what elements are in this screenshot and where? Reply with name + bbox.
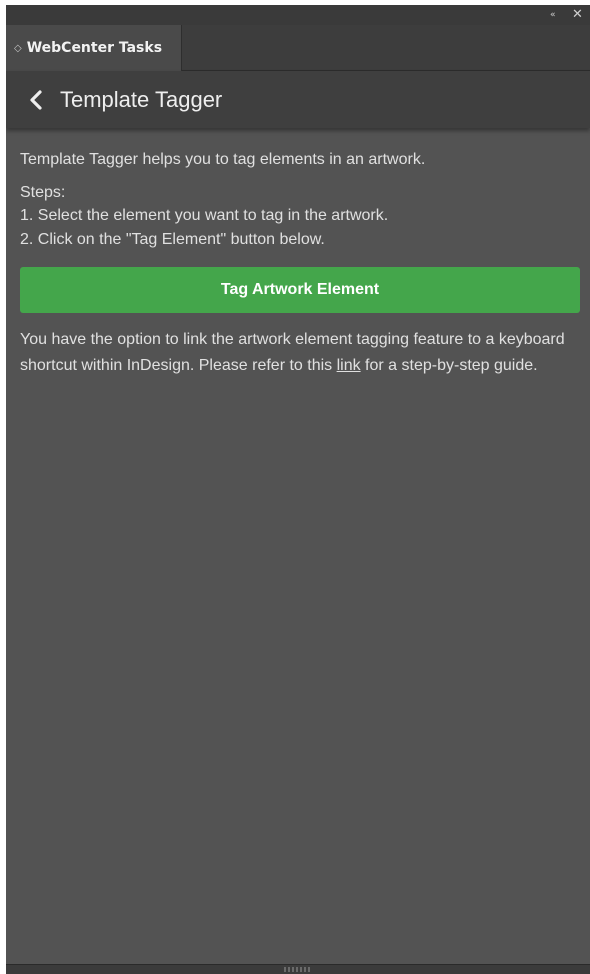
note-text-end: for a step-by-step guide. xyxy=(360,357,538,374)
page-title: Template Tagger xyxy=(60,86,223,112)
webcenter-tasks-panel: « ✕ ◇ WebCenter Tasks Template Tagger Te… xyxy=(6,5,590,974)
step-1: 1. Select the element you want to tag in… xyxy=(20,207,389,224)
step-2: 2. Click on the "Tag Element" button bel… xyxy=(20,231,325,248)
panel-bottom-bar xyxy=(6,964,590,974)
tab-label: WebCenter Tasks xyxy=(26,40,163,56)
steps-heading: Steps: xyxy=(20,184,66,201)
shortcut-note: You have the option to link the artwork … xyxy=(20,327,582,379)
tab-webcenter-tasks[interactable]: ◇ WebCenter Tasks xyxy=(6,25,182,71)
page-header: Template Tagger xyxy=(6,71,590,128)
chevron-left-icon[interactable] xyxy=(28,89,44,111)
intro-text: Template Tagger helps you to tag element… xyxy=(20,151,426,168)
close-panel-icon[interactable]: ✕ xyxy=(572,8,583,22)
guide-link[interactable]: link xyxy=(337,357,361,374)
tab-grip-icon: ◇ xyxy=(14,42,22,54)
panel-tab-strip: ◇ WebCenter Tasks xyxy=(6,25,590,71)
resize-grip-handle[interactable] xyxy=(284,967,312,972)
tag-artwork-element-button[interactable]: Tag Artwork Element xyxy=(20,267,580,313)
main-content: Template Tagger helps you to tag element… xyxy=(20,128,582,379)
collapse-panel-icon[interactable]: « xyxy=(550,8,556,22)
panel-title-bar: « ✕ xyxy=(6,5,590,25)
